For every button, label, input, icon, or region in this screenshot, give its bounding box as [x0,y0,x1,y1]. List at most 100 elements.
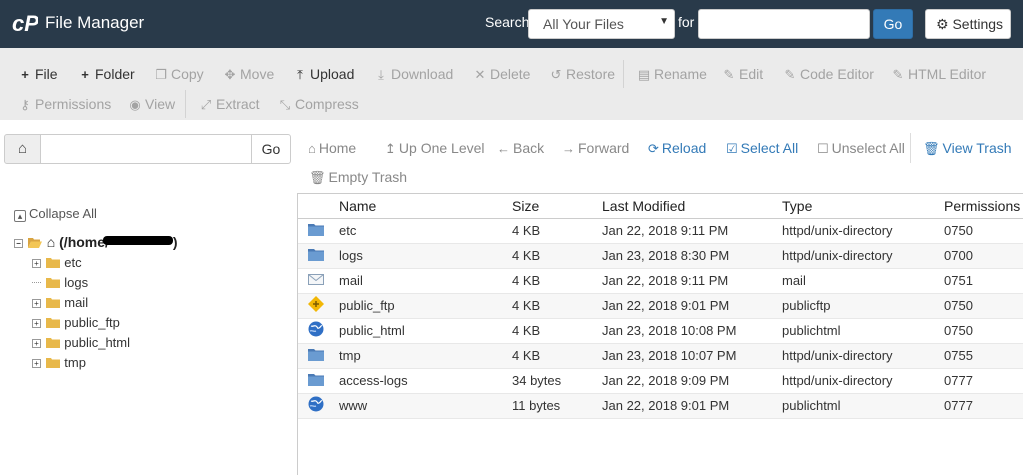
tree-item-tmp[interactable]: + tmp [32,355,86,370]
tree-item-label: tmp [64,355,86,370]
tree-item-public-html[interactable]: + public_html [32,335,130,350]
edit-label: Edit [739,66,764,82]
back-button[interactable]: ← Back [497,140,544,156]
chevron-down-icon: ▼ [659,16,669,27]
search-input[interactable] [698,9,870,39]
file-size: 11 bytes [512,393,602,419]
column-header-type[interactable]: Type [782,194,944,219]
html-editor-label: HTML Editor [908,66,987,82]
view-trash-button[interactable]: 🗑 View Trash [923,140,1012,157]
search-scope-value: All Your Files [543,16,624,32]
nav-home-button[interactable]: ⌂ Home [308,140,356,156]
refresh-icon: ⟳ [648,141,659,156]
permissions-button[interactable]: ⚷ Permissions [18,96,111,118]
move-arrows-icon: ✥ [224,67,236,82]
view-button[interactable]: ◉ View [128,96,175,118]
tree-root-label: (/home/ [59,234,109,250]
redacted-username [102,236,173,245]
file-type-icon [298,218,332,244]
column-header-size[interactable]: Size [512,194,602,219]
column-header-name[interactable]: Name [332,194,512,219]
code-editor-button[interactable]: ✎ Code Editor [783,66,874,88]
unselect-all-label: Unselect All [831,140,905,156]
file-type: publicftp [782,293,944,319]
tree-item-mail[interactable]: + mail [32,295,88,310]
file-name: tmp [332,343,512,369]
cpanel-logo-icon: cP [12,11,38,36]
file-type: publichtml [782,318,944,344]
plus-icon: + [81,67,89,82]
copy-button[interactable]: ❐ Copy [154,66,204,88]
file-last-modified: Jan 22, 2018 9:01 PM [602,293,782,319]
folder-icon [45,318,60,328]
reload-label: Reload [661,140,707,156]
edit-button[interactable]: ✎ Edit [722,66,764,88]
file-permissions: 0755 [944,343,1023,369]
permissions-label: Permissions [35,96,112,112]
file-permissions: 0777 [944,393,1023,419]
tree-item-label: logs [64,275,89,290]
edit-square-icon: ✎ [784,67,796,82]
download-icon: ⤓ [378,67,384,82]
table-row[interactable]: etc 4 KB Jan 22, 2018 9:11 PM httpd/unix-di… [298,218,1023,244]
compress-label: Compress [295,96,359,112]
path-go-button[interactable]: Go [251,134,291,164]
file-size: 34 bytes [512,368,602,394]
pencil-icon: ✎ [723,67,735,82]
table-row[interactable]: www 11 bytes Jan 22, 2018 9:01 PM publichtm… [298,393,1023,419]
extract-button[interactable]: ⤢ Extract [199,96,260,118]
expand-toggle-icon: + [32,359,41,368]
collapse-all-button[interactable]: ▴ Collapse All [14,206,97,222]
up-one-level-button[interactable]: ↥ Up One Level [385,140,485,157]
table-row[interactable]: public_ftp 4 KB Jan 22, 2018 9:01 PM public… [298,293,1023,319]
settings-label: Settings [952,16,1004,32]
search-go-button[interactable]: Go [873,9,913,39]
tree-item-public-ftp[interactable]: + public_ftp [32,315,120,330]
reload-button[interactable]: ⟳ Reload [648,140,706,157]
new-file-button[interactable]: + File [18,66,57,88]
upload-button[interactable]: ⤒ Upload [293,66,354,88]
path-home-button[interactable]: ⌂ [4,134,41,164]
settings-button[interactable]: ⚙ Settings [925,9,1011,39]
move-button[interactable]: ✥ Move [223,66,275,88]
table-row[interactable]: public_html 4 KB Jan 23, 2018 10:08 PM publ… [298,318,1023,344]
table-row[interactable]: tmp 4 KB Jan 23, 2018 10:07 PM httpd/unix-d… [298,343,1023,369]
restore-button[interactable]: ↺ Restore [549,66,615,88]
copy-icon: ❐ [155,67,167,82]
search-scope-select[interactable]: All Your Files ▼ [528,9,675,39]
delete-button[interactable]: ✕ Delete [473,66,531,88]
table-row[interactable]: access-logs 34 bytes Jan 22, 2018 9:09 PM h… [298,368,1023,394]
file-permissions: 0751 [944,268,1023,294]
column-header-last-modified[interactable]: Last Modified [602,194,782,219]
nav-home-label: Home [318,140,357,156]
file-name: public_html [332,318,512,344]
empty-trash-button[interactable]: 🗑 Empty Trash [309,169,407,186]
folder-icon [308,373,324,389]
table-row[interactable]: mail 4 KB Jan 22, 2018 9:11 PM mail 0751 [298,268,1023,294]
file-name: public_ftp [332,293,512,319]
unselect-all-button[interactable]: ☐ Unselect All [817,140,905,157]
view-trash-label: View Trash [942,140,1012,156]
svg-text:cP: cP [12,11,38,36]
file-size: 4 KB [512,318,602,344]
path-input[interactable] [40,134,252,164]
html-editor-button[interactable]: ✎ HTML Editor [891,66,987,88]
home-icon: ⌂ [308,141,316,156]
tree-root-item[interactable]: − ⌂ (/home/) [14,234,178,250]
download-button[interactable]: ⤓ Download [374,66,453,88]
file-type: publichtml [782,393,944,419]
tree-item-etc[interactable]: + etc [32,255,82,270]
tree-item-logs[interactable]: logs [32,275,88,290]
select-all-button[interactable]: ☑ Select All [726,140,798,157]
close-icon: ✕ [474,67,486,82]
rename-button[interactable]: ▤ Rename [637,66,707,88]
compress-button[interactable]: ⤡ Compress [278,96,359,118]
nav-divider [910,133,911,163]
file-type-icon [298,243,332,269]
edit-square-icon: ✎ [892,67,904,82]
forward-button[interactable]: → Forward [562,140,629,156]
level-up-icon: ↥ [385,141,396,156]
new-folder-button[interactable]: + Folder [78,66,134,88]
table-row[interactable]: logs 4 KB Jan 23, 2018 8:30 PM httpd/unix-d… [298,243,1023,269]
column-header-permissions[interactable]: Permissions [944,194,1023,219]
